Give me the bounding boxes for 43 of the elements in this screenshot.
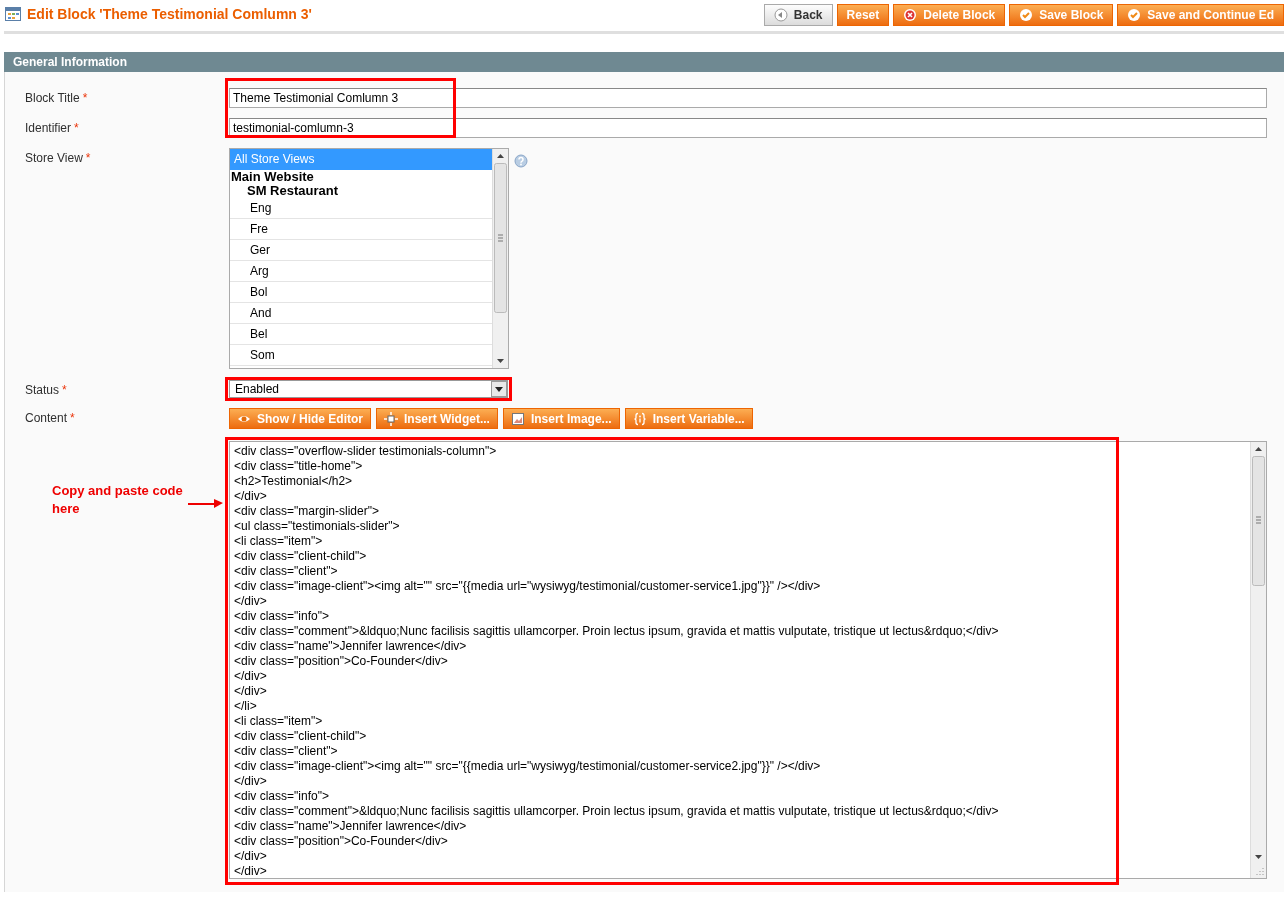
store-option[interactable]: Som	[230, 345, 492, 366]
dropdown-caret-icon[interactable]	[491, 381, 507, 397]
scrollbar[interactable]	[1250, 442, 1266, 878]
braces-icon	[632, 411, 647, 426]
scroll-thumb[interactable]	[493, 163, 508, 313]
widget-icon	[384, 411, 398, 426]
back-button[interactable]: Back	[763, 4, 833, 26]
status-select[interactable]: Enabled	[229, 380, 508, 398]
required-asterisk: *	[70, 411, 75, 425]
scrollbar[interactable]	[492, 149, 508, 368]
content-textarea[interactable]: <div class="overflow-slider testimonials-column"> <div class="title-home"> <h2>Testimonial</h2> </div> <div class="margin-slider"> <ul class="testimonials-slider"> <li class="item"> <div class="client-child"> <div class="client"> <div class="image-client"><img alt="" src="{{media url="wysiwyg/testimonial/customer-service1.jpg"}}" /></div> </div> <div class="info"> <div class="comment">&ldquo;Nunc facilisis sagittis ullamcorper. Proin lectus ipsum, gravida et mattis vulputate, tristique ut lectus&rdquo;</div> <div class="name">Jennifer lawrence</div> <div class="position">Co-Founder</div> </div> </div> </li> <li class="item"> <div class="client-child"> <div class="client"> <div class="image-client"><img alt="" src="{{media url="wysiwyg/testimonial/customer-service2.jpg"}}" /></div> </div> <div class="info"> <div class="comment">&ldquo;Nunc facilisis sagittis ullamcorper. Proin lectus ipsum, gravida et mattis vulputate, tristique ut lectus&rdquo;</div> <div class="name">Jennifer lawrence</div> <div class="position">Co-Founder</div> </div> </div>	[229, 441, 1267, 879]
image-icon	[510, 411, 525, 426]
field-label: Block Title	[25, 91, 80, 105]
scroll-thumb[interactable]	[1251, 456, 1266, 586]
field-label: Status	[25, 383, 60, 397]
check-circle-icon	[1019, 8, 1034, 22]
close-circle-icon	[903, 8, 918, 22]
store-option[interactable]: Ger	[230, 240, 492, 261]
required-asterisk: *	[62, 383, 67, 397]
section-header: General Information	[4, 52, 1284, 72]
annotation-arrow	[188, 498, 224, 508]
required-asterisk: *	[82, 91, 88, 105]
store-option[interactable]: Bel	[230, 324, 492, 345]
field-label: Identifier	[25, 121, 72, 135]
field-label: Store View	[25, 151, 83, 165]
title-input[interactable]: Theme Testimonial Comlumn 3	[229, 88, 1267, 108]
required-asterisk: *	[74, 121, 79, 135]
store-group-label: SM Restaurant	[246, 184, 340, 198]
store-option[interactable]: Arg	[230, 261, 492, 282]
field-label: Content	[25, 411, 68, 425]
store-option[interactable]: Bol	[230, 282, 492, 303]
required-asterisk: *	[85, 151, 91, 165]
store-view-list[interactable]: All Store Views Main Website SM Restaurant Eng Fre Ger Arg Bol And Bel Som	[229, 148, 509, 369]
store-option[interactable]: Fre	[230, 219, 492, 240]
store-option[interactable]: Eng	[230, 198, 492, 219]
store-group-label: Main Website	[230, 170, 315, 184]
annotation-note: Copy and paste code here	[52, 482, 184, 518]
grid-icon	[5, 7, 21, 21]
help-icon[interactable]	[514, 154, 528, 168]
page-title: Edit Block 'Theme Testimonial Comlumn 3'	[27, 6, 312, 22]
check-circle-icon	[1127, 8, 1142, 22]
store-option[interactable]: And	[230, 303, 492, 324]
identifier-input[interactable]: testimonial-comlumn-3	[229, 118, 1267, 138]
